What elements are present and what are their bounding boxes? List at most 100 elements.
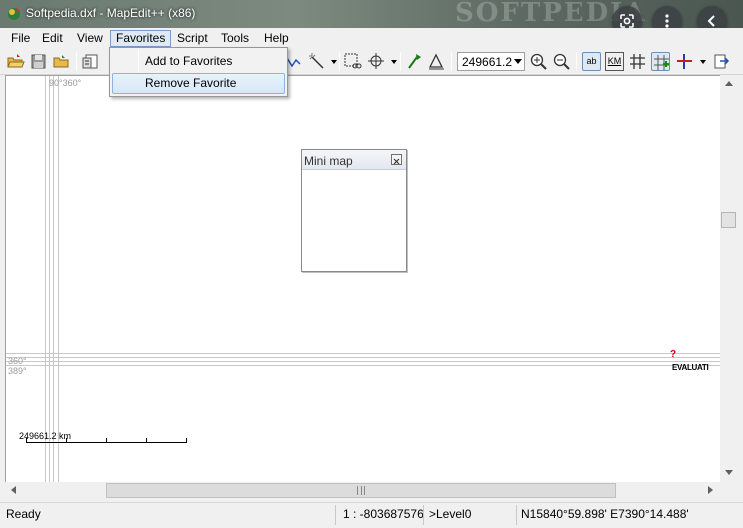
km-button[interactable]: KM bbox=[605, 52, 624, 71]
minimap-title: Mini map bbox=[304, 154, 353, 168]
open-folder-icon bbox=[7, 54, 25, 68]
menu-script[interactable]: Script bbox=[172, 30, 213, 47]
menu-edit[interactable]: Edit bbox=[37, 30, 68, 47]
crosshair-icon bbox=[677, 54, 692, 69]
move-button[interactable] bbox=[367, 52, 386, 71]
status-ready: Ready bbox=[6, 507, 41, 521]
menu-view[interactable]: View bbox=[72, 30, 108, 47]
scalebar-tick bbox=[186, 438, 187, 442]
measure-button[interactable] bbox=[427, 52, 446, 71]
left-grid-label: 360° bbox=[8, 356, 27, 366]
grid-line bbox=[6, 357, 720, 358]
scroll-down-icon[interactable] bbox=[725, 470, 733, 475]
toolbar-separator bbox=[400, 52, 401, 71]
more-vertical-icon bbox=[665, 14, 669, 28]
folder-up-button[interactable] bbox=[52, 52, 71, 71]
scalebar-tick bbox=[66, 438, 67, 442]
status-divider bbox=[516, 505, 517, 525]
move-icon bbox=[368, 53, 384, 69]
grid-line bbox=[6, 365, 720, 366]
export-button[interactable] bbox=[712, 52, 731, 71]
status-divider bbox=[335, 505, 336, 525]
minimap-close-button[interactable] bbox=[391, 154, 402, 165]
labels-button[interactable]: ab bbox=[582, 52, 601, 71]
grid-line bbox=[6, 353, 720, 354]
grid-line bbox=[6, 361, 720, 362]
polyline-button[interactable] bbox=[286, 52, 305, 71]
status-bar: Ready 1 : -803687576 >Level0 N15840°59.8… bbox=[0, 502, 743, 528]
favorites-dropdown: Add to Favorites Remove Favorite bbox=[109, 47, 288, 97]
properties-button[interactable] bbox=[81, 52, 100, 71]
folder-up-icon bbox=[53, 55, 69, 68]
crosshair-button[interactable] bbox=[675, 52, 694, 71]
grid-icon bbox=[630, 54, 645, 69]
select-cut-button[interactable] bbox=[343, 52, 362, 71]
horizontal-scrollbar[interactable] bbox=[5, 482, 720, 499]
status-level: >Level0 bbox=[429, 507, 472, 521]
evaluation-label: EVALUATI bbox=[672, 363, 709, 372]
magic-wand-dropdown[interactable] bbox=[331, 60, 337, 64]
crosshair-dropdown[interactable] bbox=[700, 60, 706, 64]
map-canvas[interactable]: 90°360° 360° 389° ? EVALUATI 249661.2 km bbox=[5, 75, 720, 482]
zoom-out-button[interactable] bbox=[552, 52, 571, 71]
open-button[interactable] bbox=[6, 52, 25, 71]
zoom-in-icon bbox=[530, 53, 547, 70]
save-button[interactable] bbox=[29, 52, 48, 71]
app-window: Softpedia.dxf - MapEdit++ (x86) SOFTPEDI… bbox=[0, 0, 743, 528]
scalebar-tick bbox=[26, 438, 27, 442]
scalebar-tick bbox=[146, 438, 147, 442]
toolbar-separator bbox=[339, 52, 340, 71]
app-icon bbox=[8, 7, 20, 20]
grid-line bbox=[58, 76, 59, 482]
grid-line bbox=[45, 76, 46, 482]
add-to-favorites-item[interactable]: Add to Favorites bbox=[112, 51, 285, 72]
scalebar-tick bbox=[106, 438, 107, 442]
vertical-scrollbar[interactable] bbox=[720, 75, 737, 482]
chevron-down-icon[interactable] bbox=[514, 59, 522, 64]
remove-favorite-item[interactable]: Remove Favorite bbox=[112, 73, 285, 94]
save-icon bbox=[31, 54, 46, 69]
properties-icon bbox=[82, 54, 98, 69]
scale-combo[interactable]: 249661.2 bbox=[457, 52, 525, 71]
left-grid-label: 389° bbox=[8, 366, 27, 376]
vertical-scroll-thumb[interactable] bbox=[721, 212, 736, 228]
add-node-icon bbox=[654, 55, 669, 70]
select-cut-icon bbox=[344, 53, 362, 69]
minimap-header[interactable]: Mini map bbox=[302, 150, 406, 170]
polyline-icon bbox=[286, 57, 301, 68]
scroll-right-icon[interactable] bbox=[708, 486, 713, 494]
menu-tools[interactable]: Tools bbox=[216, 30, 254, 47]
horizontal-scroll-thumb[interactable] bbox=[106, 483, 616, 498]
zoom-in-button[interactable] bbox=[529, 52, 548, 71]
scroll-up-icon[interactable] bbox=[725, 81, 733, 86]
minimap-panel[interactable]: Mini map bbox=[301, 149, 407, 272]
grid-button[interactable] bbox=[628, 52, 647, 71]
magic-wand-button[interactable] bbox=[308, 52, 327, 71]
toolbar-separator bbox=[576, 52, 577, 71]
lens-icon bbox=[620, 14, 634, 28]
window-title: Softpedia.dxf - MapEdit++ (x86) bbox=[26, 6, 196, 20]
menu-favorites[interactable]: Favorites bbox=[110, 30, 172, 47]
scroll-left-icon[interactable] bbox=[11, 486, 16, 494]
top-grid-label: 90°360° bbox=[49, 78, 82, 88]
menu-bar: File Edit View Favorites Script Tools He… bbox=[0, 28, 743, 48]
status-scale: 1 : -803687576 bbox=[343, 507, 424, 521]
scalebar bbox=[26, 438, 187, 443]
add-node-button[interactable] bbox=[651, 52, 670, 71]
grid-line bbox=[53, 76, 54, 482]
grid-line bbox=[49, 76, 50, 482]
pick-button[interactable] bbox=[405, 52, 424, 71]
toolbar-separator bbox=[76, 52, 77, 71]
help-marker[interactable]: ? bbox=[670, 349, 676, 360]
close-icon bbox=[393, 158, 400, 165]
chevron-left-icon bbox=[707, 15, 715, 27]
status-divider bbox=[423, 505, 424, 525]
measure-icon bbox=[428, 53, 444, 70]
scale-value: 249661.2 bbox=[462, 55, 513, 69]
status-coordinates: N15840°59.898' E7390°14.488' bbox=[521, 507, 689, 521]
menu-help[interactable]: Help bbox=[259, 30, 294, 47]
pick-icon bbox=[408, 54, 421, 69]
zoom-out-icon bbox=[553, 53, 570, 70]
move-dropdown[interactable] bbox=[391, 60, 397, 64]
menu-file[interactable]: File bbox=[6, 30, 35, 47]
